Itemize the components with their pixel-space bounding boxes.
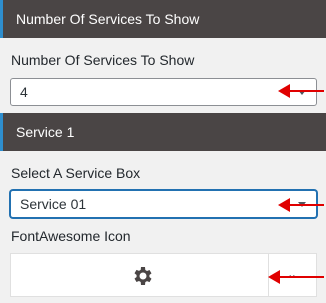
section-title: Service 1 [16, 124, 75, 140]
service-box-label: Select A Service Box [11, 165, 141, 181]
services-count-value: 4 [20, 84, 28, 100]
annotation-arrow [278, 84, 324, 98]
section-header-service-1[interactable]: Service 1 [0, 113, 326, 151]
section-header-services-count[interactable]: Number Of Services To Show [0, 0, 326, 38]
chevron-down-icon[interactable]: ⌄ [287, 267, 297, 281]
annotation-arrow [278, 198, 324, 212]
annotation-arrow [268, 270, 324, 284]
fontawesome-icon-label: FontAwesome Icon [11, 228, 131, 244]
services-count-label: Number Of Services To Show [11, 52, 195, 68]
service-box-value: Service 01 [20, 196, 87, 212]
section-title: Number Of Services To Show [16, 11, 200, 27]
service-box-select[interactable]: Service 01 [10, 190, 317, 218]
services-count-select[interactable]: 4 [10, 78, 317, 106]
gear-icon [134, 267, 152, 285]
